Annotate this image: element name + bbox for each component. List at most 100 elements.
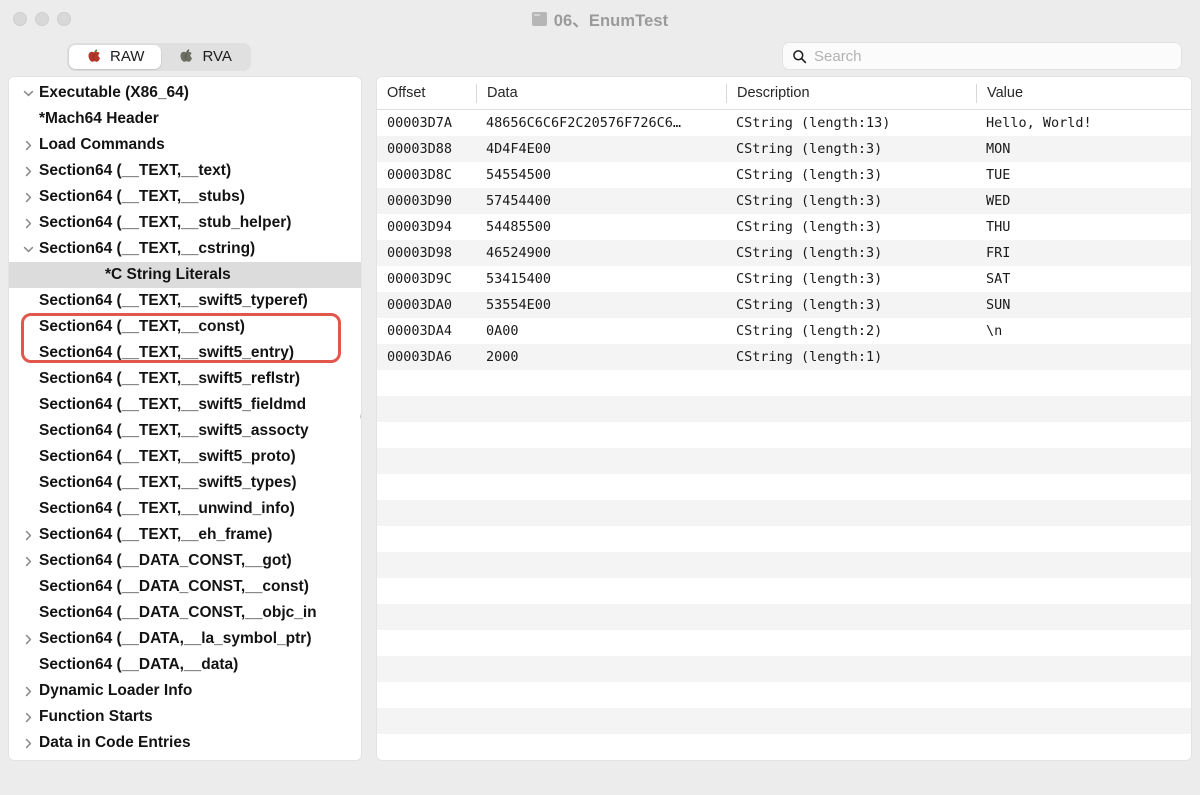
tree-item[interactable]: Section64 (__DATA,__la_symbol_ptr) — [9, 626, 361, 652]
sidebar-scroll-indicator[interactable] — [360, 413, 361, 420]
chevron-down-icon[interactable] — [17, 244, 39, 255]
tree-item[interactable]: Section64 (__TEXT,__swift5_typeref) — [9, 288, 361, 314]
tree-item-label: Section64 (__TEXT,__swift5_assocty — [39, 422, 309, 439]
cell-description: CString (length:3) — [736, 167, 883, 183]
chevron-right-icon[interactable] — [17, 192, 39, 203]
cell-description: CString (length:3) — [736, 193, 883, 209]
tree-item[interactable]: Function Starts — [9, 704, 361, 730]
tab-rva[interactable]: RVA — [161, 45, 248, 69]
tree-item[interactable]: Section64 (__DATA_CONST,__const) — [9, 574, 361, 600]
cell-description: CString (length:3) — [736, 141, 883, 157]
zoom-button[interactable] — [57, 11, 71, 26]
table-row[interactable]: 00003D90 57454400 CString (length:3) WED — [377, 188, 1191, 214]
tree-item[interactable]: *C String Literals — [9, 262, 361, 288]
tree-item[interactable]: Section64 (__TEXT,__text) — [9, 158, 361, 184]
tree-item[interactable]: Section64 (__TEXT,__const) — [9, 314, 361, 340]
tree-item[interactable]: Section64 (__TEXT,__cstring) — [9, 236, 361, 262]
tree-item-label: Section64 (__TEXT,__unwind_info) — [39, 500, 295, 517]
tree-item[interactable]: Section64 (__TEXT,__eh_frame) — [9, 522, 361, 548]
tree-item-label: Function Starts — [39, 708, 153, 725]
chevron-right-icon[interactable] — [17, 166, 39, 177]
tree-item[interactable]: Section64 (__DATA,__data) — [9, 652, 361, 678]
tree-item-label: *Mach64 Header — [39, 110, 159, 127]
table-row[interactable]: 00003D8C 54554500 CString (length:3) TUE — [377, 162, 1191, 188]
table-row[interactable]: 00003DA0 53554E00 CString (length:3) SUN — [377, 292, 1191, 318]
table-empty-row — [377, 734, 1191, 760]
table-row[interactable]: 00003D7A 48656C6C6F2C20576F726C6… CString … — [377, 110, 1191, 136]
column-header-description[interactable]: Description — [726, 83, 976, 103]
table-empty-row — [377, 526, 1191, 552]
tree-item-label: Section64 (__TEXT,__swift5_types) — [39, 474, 297, 491]
tree-item[interactable]: Section64 (__TEXT,__swift5_types) — [9, 470, 361, 496]
chevron-right-icon[interactable] — [17, 530, 39, 541]
table-row[interactable]: 00003D9C 53415400 CString (length:3) SAT — [377, 266, 1191, 292]
tree-item[interactable]: Section64 (__DATA_CONST,__objc_in — [9, 600, 361, 626]
column-header-data[interactable]: Data — [476, 83, 726, 103]
cell-description: CString (length:3) — [736, 219, 883, 235]
chevron-right-icon[interactable] — [17, 712, 39, 723]
table-empty-row — [377, 422, 1191, 448]
chevron-right-icon[interactable] — [17, 738, 39, 749]
tree-item[interactable]: Load Commands — [9, 132, 361, 158]
tree-item[interactable]: Section64 (__TEXT,__stub_helper) — [9, 210, 361, 236]
chevron-right-icon[interactable] — [17, 686, 39, 697]
table-row[interactable]: 00003DA4 0A00 CString (length:2) \n — [377, 318, 1191, 344]
table-empty-row — [377, 682, 1191, 708]
table-row[interactable]: 00003D88 4D4F4E00 CString (length:3) MON — [377, 136, 1191, 162]
cell-data: 53415400 — [486, 271, 552, 287]
table-row[interactable]: 00003D94 54485500 CString (length:3) THU — [377, 214, 1191, 240]
tab-rva-label: RVA — [202, 48, 232, 65]
tree-item[interactable]: Dynamic Loader Info — [9, 678, 361, 704]
tree-item[interactable]: Executable (X86_64) — [9, 80, 361, 106]
chevron-right-icon[interactable] — [17, 634, 39, 645]
tree-item-label: Section64 (__TEXT,__swift5_entry) — [39, 344, 294, 361]
tree-item[interactable]: Section64 (__TEXT,__swift5_proto) — [9, 444, 361, 470]
tree-item[interactable]: Section64 (__DATA_CONST,__got) — [9, 548, 361, 574]
cell-description: CString (length:1) — [736, 349, 883, 365]
cell-value: THU — [986, 219, 1011, 235]
cell-offset: 00003D94 — [387, 219, 453, 235]
tree-item[interactable]: Section64 (__TEXT,__stubs) — [9, 184, 361, 210]
table-row[interactable]: 00003DA6 2000 CString (length:1) — [377, 344, 1191, 370]
cell-value: TUE — [986, 167, 1011, 183]
apple-icon-red — [86, 48, 103, 65]
chevron-right-icon[interactable] — [17, 556, 39, 567]
tree-item-label: Section64 (__TEXT,__stubs) — [39, 188, 245, 205]
cell-description: CString (length:2) — [736, 323, 883, 339]
tree-item[interactable]: Section64 (__TEXT,__unwind_info) — [9, 496, 361, 522]
chevron-right-icon[interactable] — [17, 140, 39, 151]
close-button[interactable] — [13, 11, 27, 26]
cell-description: CString (length:3) — [736, 297, 883, 313]
tree-item[interactable]: Data in Code Entries — [9, 730, 361, 756]
tree-item[interactable]: Section64 (__TEXT,__swift5_assocty — [9, 418, 361, 444]
structure-tree: Executable (X86_64) *Mach64 Header Load Co… — [9, 80, 361, 756]
tree-item[interactable]: Section64 (__TEXT,__swift5_fieldmd — [9, 392, 361, 418]
column-header-value[interactable]: Value — [976, 83, 1191, 103]
column-header-offset[interactable]: Offset — [377, 84, 476, 103]
table-row[interactable]: 00003D98 46524900 CString (length:3) FRI — [377, 240, 1191, 266]
window-title-group: 06、EnumTest — [0, 0, 1200, 37]
chevron-right-icon[interactable] — [17, 218, 39, 229]
app-window: 06、EnumTest RAW RVA Search Executable (X… — [0, 0, 1200, 795]
table-empty-row — [377, 604, 1191, 630]
tree-item-label: Section64 (__TEXT,__swift5_proto) — [39, 448, 296, 465]
tree-item-label: Data in Code Entries — [39, 734, 191, 751]
cell-description: CString (length:3) — [736, 271, 883, 287]
cell-data: 46524900 — [486, 245, 552, 261]
chevron-down-icon[interactable] — [17, 88, 39, 99]
tree-item-label: Dynamic Loader Info — [39, 682, 193, 699]
tree-item[interactable]: Section64 (__TEXT,__swift5_entry) — [9, 340, 361, 366]
search-input[interactable] — [814, 47, 1172, 65]
cell-data: 53554E00 — [486, 297, 552, 313]
table-empty-row — [377, 552, 1191, 578]
minimize-button[interactable] — [35, 11, 49, 26]
cell-offset: 00003DA4 — [387, 323, 453, 339]
tree-item[interactable]: *Mach64 Header — [9, 106, 361, 132]
search-field[interactable] — [782, 42, 1182, 70]
tree-item-label: Section64 (__TEXT,__swift5_typeref) — [39, 292, 308, 309]
cell-value: WED — [986, 193, 1011, 209]
tab-raw[interactable]: RAW — [69, 44, 162, 69]
tree-item[interactable]: Section64 (__TEXT,__swift5_reflstr) — [9, 366, 361, 392]
window-title: 06、EnumTest — [553, 11, 669, 30]
tree-item-label: Section64 (__DATA_CONST,__objc_in — [39, 604, 317, 621]
